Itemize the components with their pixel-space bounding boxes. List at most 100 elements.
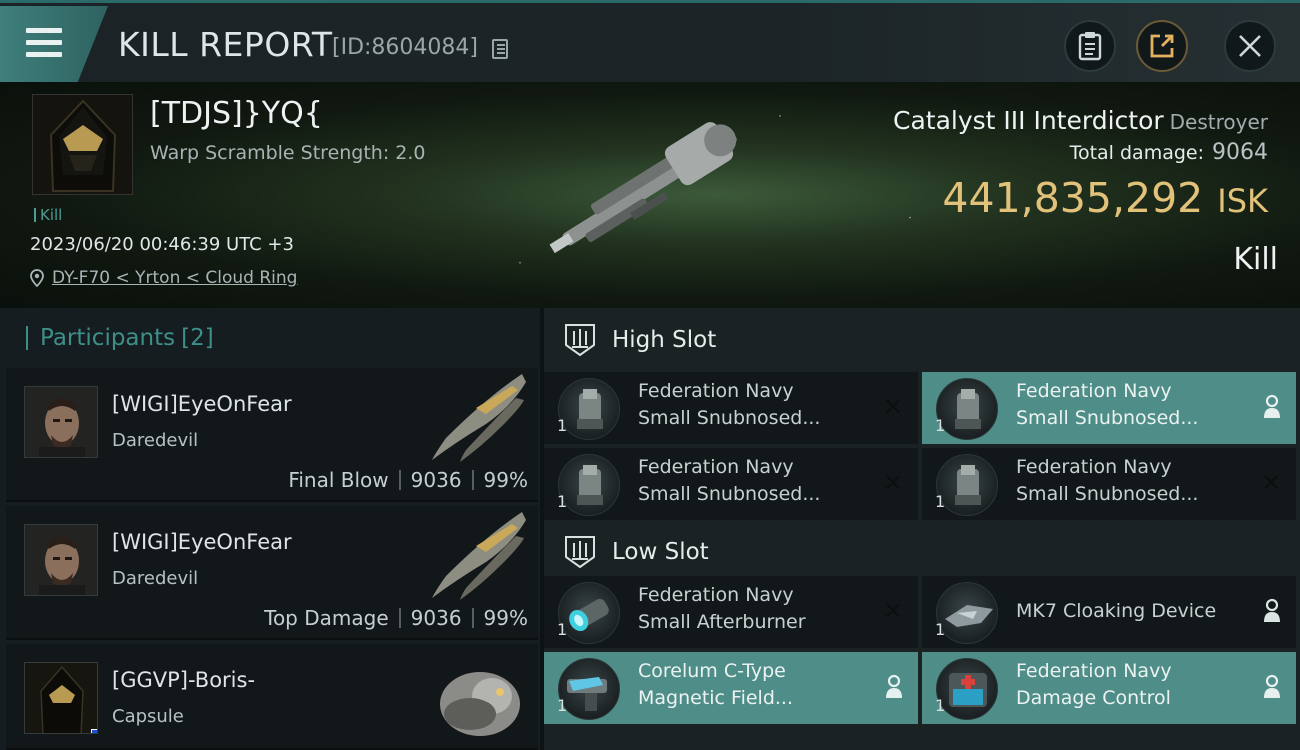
high-slot-label: High Slot (612, 327, 717, 353)
participant-portrait[interactable] (24, 524, 98, 596)
share-button[interactable] (1136, 20, 1188, 72)
afterburner-icon (558, 582, 620, 644)
module-quantity: 1 (557, 492, 568, 511)
module-item[interactable]: 1 Federation Navy Small Afterburner ✕ (544, 576, 918, 648)
clipboard-icon (1078, 32, 1102, 61)
participant-stats: Final Blow 9036 99% (288, 468, 528, 492)
victim-ship-image[interactable] (530, 112, 780, 262)
kill-summary: [TDJS]}YQ{ Warp Scramble Strength: 2.0 K… (0, 82, 1300, 308)
participant-damage: 9036 (410, 606, 462, 630)
page-title: KILL REPORT (118, 25, 333, 64)
fitting-panel: High Slot 1 Federation Navy Small Snubnos… (544, 308, 1300, 750)
warp-scramble-strength: Warp Scramble Strength: 2.0 (150, 142, 426, 164)
module-name-line1: Federation Navy (1016, 380, 1172, 402)
cloaking-device-icon (936, 582, 998, 644)
low-slot-icon (565, 536, 595, 569)
isk-amount: 441,835,292 (942, 174, 1204, 222)
turret-module-icon (936, 454, 998, 516)
victim-portrait[interactable] (32, 94, 133, 195)
participant-row[interactable]: [WIGI]EyeOnFear Daredevil Final Blow 903… (6, 368, 538, 502)
participant-stats: Top Damage 9036 99% (264, 606, 528, 630)
report-id: [ID:8604084] (332, 35, 478, 60)
module-quantity: 1 (935, 416, 946, 435)
module-name-line1: Federation Navy (1016, 660, 1172, 682)
participant-portrait[interactable]: ★ (24, 662, 98, 734)
module-name-line1: Federation Navy (638, 380, 794, 402)
participants-title: Participants (40, 325, 176, 351)
module-name-line2: Small Snubnosed... (1016, 483, 1199, 505)
total-damage: Total damage: 9064 (1070, 140, 1268, 165)
victim-name[interactable]: [TDJS]}YQ{ (150, 96, 323, 131)
participants-count: [2] (181, 325, 214, 351)
menu-button[interactable] (0, 6, 108, 82)
module-quantity: 1 (557, 416, 568, 435)
module-name: Federation Navy Small Afterburner (638, 582, 878, 636)
participant-row[interactable]: [WIGI]EyeOnFear Daredevil Top Damage 903… (6, 506, 538, 640)
turret-module-icon (558, 378, 620, 440)
person-icon (1264, 394, 1280, 418)
copy-icon[interactable] (492, 39, 508, 59)
module-quantity: 1 (935, 620, 946, 639)
participant-ship: Daredevil (112, 430, 199, 451)
participant-percent: 99% (483, 468, 528, 492)
person-icon (886, 674, 902, 698)
module-quantity: 1 (557, 620, 568, 639)
participant-name[interactable]: [WIGI]EyeOnFear (112, 392, 292, 416)
turret-module-icon (936, 378, 998, 440)
location-link[interactable]: DY-F70 < Yrton < Cloud Ring (30, 268, 297, 288)
ship-name-text[interactable]: Catalyst III Interdictor (893, 106, 1164, 135)
destroyed-icon: ✕ (882, 393, 904, 421)
isk-value: 441,835,292 ISK (942, 174, 1268, 222)
ship-name[interactable]: Catalyst III Interdictor Destroyer (893, 106, 1268, 135)
module-item[interactable]: 1 Federation Navy Damage Control (922, 652, 1296, 724)
participant-name[interactable]: [WIGI]EyeOnFear (112, 530, 292, 554)
participant-name[interactable]: [GGVP]-Boris- (112, 668, 255, 692)
location-pin-icon (30, 269, 44, 287)
module-item[interactable]: 1 Federation Navy Small Snubnosed... ✕ (922, 448, 1296, 520)
person-icon (1264, 674, 1280, 698)
module-name-line2: Small Snubnosed... (638, 483, 821, 505)
share-icon (1150, 34, 1174, 58)
module-name-line1: Federation Navy (638, 456, 794, 478)
module-name-line2: Small Snubnosed... (638, 407, 821, 429)
module-item[interactable]: 1 MK7 Cloaking Device (922, 576, 1296, 648)
high-slot-icon (565, 324, 595, 357)
participant-row[interactable]: ★ [GGVP]-Boris- Capsule (6, 644, 538, 750)
module-item[interactable]: 1 Federation Navy Small Snubnosed... ✕ (544, 448, 918, 520)
module-name-line1: Federation Navy (1016, 456, 1172, 478)
participant-role: Top Damage (264, 606, 389, 630)
clipboard-button[interactable] (1064, 20, 1116, 72)
low-slot-label: Low Slot (612, 539, 709, 565)
star-badge-icon: ★ (91, 729, 97, 733)
participant-ship-image[interactable] (416, 368, 536, 464)
module-item[interactable]: 1 Corelum C-Type Magnetic Field... (544, 652, 918, 724)
module-name-line2: Magnetic Field... (638, 687, 794, 709)
high-slot-header: High Slot (544, 308, 1300, 372)
participant-percent: 99% (483, 606, 528, 630)
ship-class: Destroyer (1169, 110, 1268, 134)
module-name: Federation Navy Small Snubnosed... (1016, 378, 1256, 432)
module-quantity: 1 (935, 492, 946, 511)
module-name-line1: Federation Navy (638, 584, 794, 606)
total-damage-label: Total damage: (1069, 142, 1204, 164)
participant-damage: 9036 (410, 468, 462, 492)
participant-ship-image[interactable] (416, 506, 536, 602)
close-button[interactable] (1224, 20, 1276, 72)
menu-icon (26, 28, 62, 64)
damage-control-icon (936, 658, 998, 720)
module-name: Federation Navy Small Snubnosed... (638, 378, 878, 432)
capsule-image[interactable] (430, 662, 530, 742)
location-text[interactable]: DY-F70 < Yrton < Cloud Ring (52, 268, 297, 288)
module-quantity: 1 (557, 696, 568, 715)
module-item[interactable]: 1 Federation Navy Small Snubnosed... ✕ (544, 372, 918, 444)
kill-tag: Kill (34, 206, 62, 224)
module-name-line2: Small Afterburner (638, 611, 806, 633)
module-name: Federation Navy Small Snubnosed... (1016, 454, 1256, 508)
participant-portrait[interactable] (24, 386, 98, 458)
low-slot-header: Low Slot (544, 520, 1300, 584)
top-bar: KILL REPORT [ID:8604084] (0, 0, 1300, 82)
module-name-line2: Damage Control (1016, 687, 1171, 709)
module-item[interactable]: 1 Federation Navy Small Snubnosed... (922, 372, 1296, 444)
isk-unit: ISK (1217, 182, 1268, 220)
participants-header: Participants [2] (0, 308, 540, 368)
